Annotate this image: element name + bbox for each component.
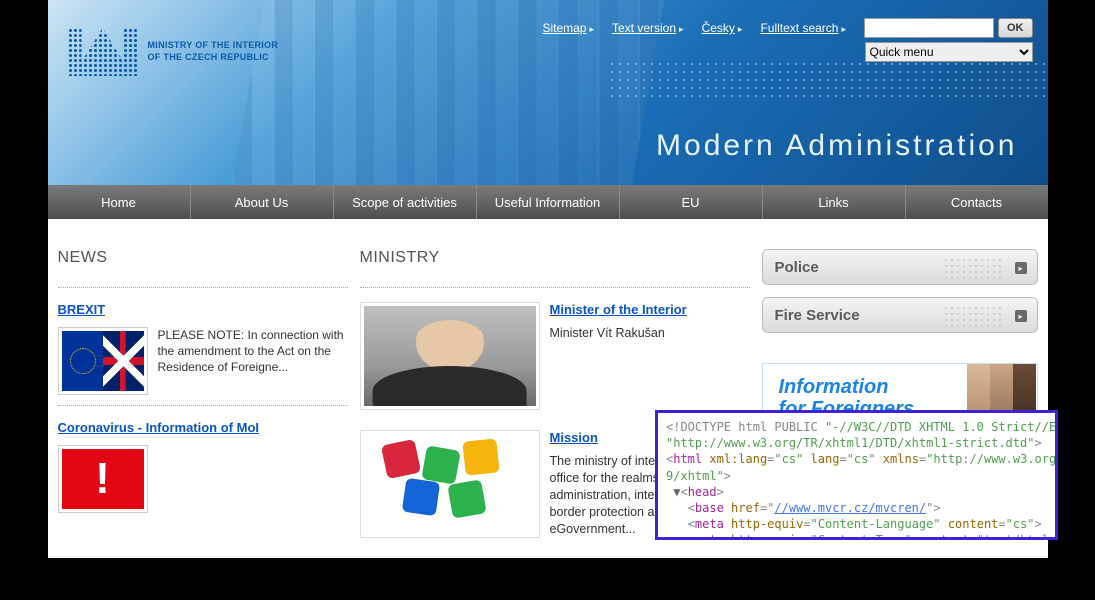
tagline: Modern Administration — [656, 129, 1017, 163]
fulltext-search-link[interactable]: Fulltext search — [760, 21, 838, 35]
base-href-link[interactable]: //www.mvcr.cz/mvcren/ — [774, 501, 926, 515]
arrow-right-icon: ▸ — [1015, 310, 1027, 322]
news-brexit-link[interactable]: BREXIT — [58, 302, 348, 317]
divider — [58, 405, 348, 406]
chevron-right-icon: ▸ — [679, 24, 684, 34]
cesky-link[interactable]: Česky — [702, 21, 735, 35]
search-ok-button[interactable]: OK — [998, 18, 1033, 38]
minister-text: Minister Vít Rakušan — [550, 325, 750, 342]
ministry-heading: MINISTRY — [360, 249, 750, 267]
devtools-panel[interactable]: <!DOCTYPE html PUBLIC "-//W3C//DTD XHTML… — [655, 410, 1058, 540]
logo-text: MINISTRY OF THE INTERIOR OF THE CZECH RE… — [148, 40, 279, 63]
chevron-right-icon: ▸ — [738, 24, 743, 34]
police-button[interactable]: Police ▸ — [762, 249, 1038, 285]
divider — [360, 287, 750, 288]
search-input[interactable] — [864, 18, 994, 38]
logo-icon — [68, 28, 138, 76]
arrow-right-icon: ▸ — [1015, 262, 1027, 274]
chevron-right-icon: ▸ — [589, 24, 594, 34]
minister-photo[interactable] — [360, 302, 540, 410]
puzzle-icon — [364, 434, 536, 534]
top-links: Sitemap▸ Text version▸ Česky▸ Fulltext s… — [542, 18, 1032, 38]
sitemap-link[interactable]: Sitemap — [542, 21, 586, 35]
nav-links[interactable]: Links — [763, 185, 906, 219]
nav-home[interactable]: Home — [48, 185, 191, 219]
nav-useful[interactable]: Useful Information — [477, 185, 620, 219]
news-covid-link[interactable]: Coronavirus - Information of MoI — [58, 420, 348, 435]
fire-label: Fire Service — [775, 307, 860, 324]
site-logo[interactable]: MINISTRY OF THE INTERIOR OF THE CZECH RE… — [68, 28, 279, 76]
news-brexit-text: PLEASE NOTE: In connection with the amen… — [158, 327, 348, 395]
text-version-link[interactable]: Text version — [612, 21, 676, 35]
brexit-flag-icon — [62, 331, 144, 391]
news-brexit-thumb[interactable] — [58, 327, 148, 395]
police-label: Police — [775, 259, 819, 276]
alert-icon: ! — [62, 449, 144, 509]
mission-image[interactable] — [360, 430, 540, 538]
nav-eu[interactable]: EU — [620, 185, 763, 219]
quick-menu-select[interactable]: Quick menu — [865, 42, 1033, 62]
minister-link[interactable]: Minister of the Interior — [550, 302, 750, 317]
fire-service-button[interactable]: Fire Service ▸ — [762, 297, 1038, 333]
dots-decoration — [943, 257, 1003, 279]
portrait-image — [364, 306, 536, 406]
nav-scope[interactable]: Scope of activities — [334, 185, 477, 219]
news-covid-thumb[interactable]: ! — [58, 445, 148, 513]
main-nav: Home About Us Scope of activities Useful… — [48, 185, 1048, 219]
chevron-right-icon: ▸ — [841, 24, 846, 34]
nav-about[interactable]: About Us — [191, 185, 334, 219]
news-heading: NEWS — [58, 249, 348, 267]
nav-contacts[interactable]: Contacts — [906, 185, 1048, 219]
dots-decoration — [943, 305, 1003, 327]
divider — [58, 287, 348, 288]
site-header: MINISTRY OF THE INTERIOR OF THE CZECH RE… — [48, 0, 1048, 185]
